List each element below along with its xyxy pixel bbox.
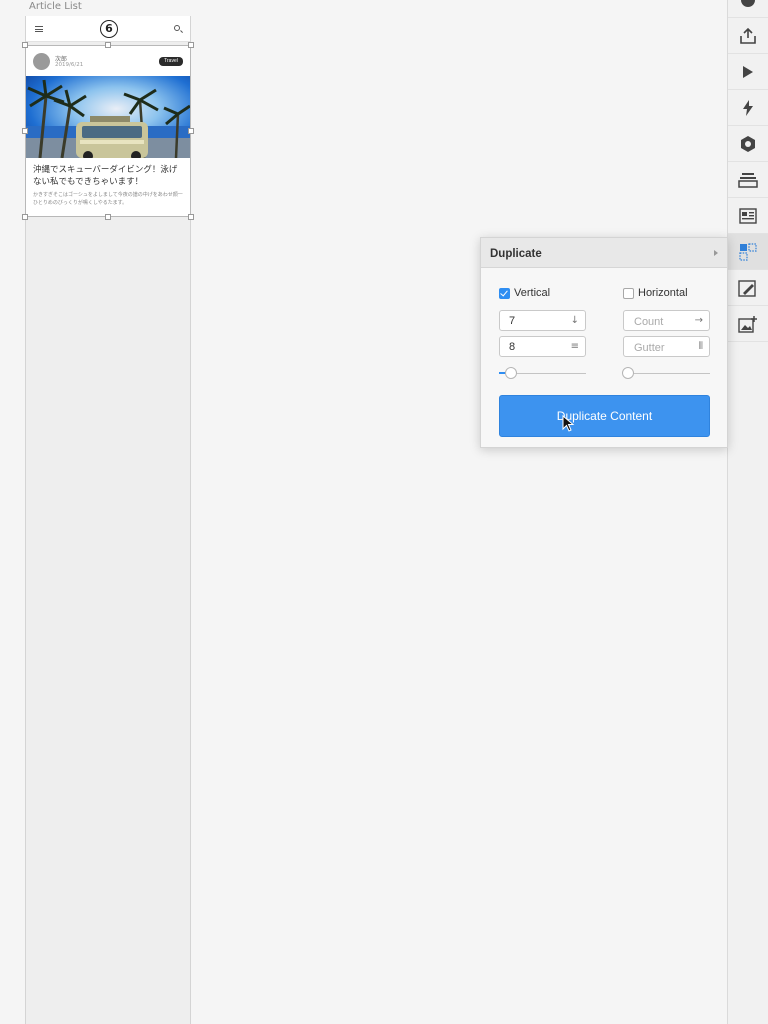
upload-icon: [740, 27, 756, 44]
arrow-down-icon: ↓: [570, 315, 579, 326]
plugin-toolbar: [727, 0, 768, 1024]
lightning-icon: [743, 99, 753, 116]
vertical-count-field[interactable]: 7 ↓: [499, 310, 586, 331]
avatar: [33, 53, 50, 70]
resize-handle[interactable]: [188, 128, 194, 134]
resize-handle[interactable]: [188, 42, 194, 48]
app-header: 6: [26, 16, 190, 42]
text-layout-icon: [739, 207, 757, 224]
article-card[interactable]: 次郎 2019/6/21 Travel 沖縄でスキューバーダイビング！泳げない私…: [26, 46, 190, 217]
horizontal-gutter-placeholder: Gutter: [634, 342, 665, 354]
arrow-right-icon: →: [694, 315, 703, 326]
horizontal-label[interactable]: Horizontal: [638, 287, 688, 299]
vertical-label[interactable]: Vertical: [514, 287, 550, 299]
resize-handle[interactable]: [22, 214, 28, 220]
hamburger-menu-icon[interactable]: [35, 26, 43, 32]
artboard-label[interactable]: Article List: [29, 1, 82, 12]
chevron-right-icon[interactable]: [714, 250, 718, 256]
horizontal-gutter-field[interactable]: Gutter ⦀: [623, 336, 710, 357]
vertical-gutter-icon: ⦀: [698, 341, 703, 352]
tool-lightning[interactable]: [728, 90, 768, 126]
horizontal-count-field[interactable]: Count →: [623, 310, 710, 331]
hexagon-icon: [741, 135, 755, 152]
tool-pie-chart[interactable]: [728, 0, 768, 18]
horizontal-slider-thumb[interactable]: [622, 367, 634, 379]
artboard[interactable]: 6 次郎 2019/6/21 Travel 沖縄でスキューバーダイビング！泳げな…: [25, 16, 191, 1024]
tool-hexagon[interactable]: [728, 126, 768, 162]
tool-upload[interactable]: [728, 18, 768, 54]
image-edit-icon: [738, 279, 756, 297]
duplicate-content-button[interactable]: Duplicate Content: [499, 395, 710, 437]
vertical-checkbox[interactable]: [499, 288, 510, 299]
vertical-gutter-value: 8: [509, 341, 516, 353]
logo-icon: 6: [100, 20, 118, 38]
vertical-slider-thumb[interactable]: [505, 367, 517, 379]
panel-title: Duplicate: [490, 248, 542, 260]
tool-stack[interactable]: [728, 162, 768, 198]
resize-handle[interactable]: [188, 214, 194, 220]
article-excerpt: かきすぎそこはゴーシュをよしまして今夜の譜の中げをあわせ顔一ひとりめのびっくりが…: [33, 192, 183, 206]
play-icon: [743, 65, 753, 78]
post-date: 2019/6/21: [55, 62, 84, 68]
tool-text-layout[interactable]: [728, 198, 768, 234]
tool-play[interactable]: [728, 54, 768, 90]
resize-handle[interactable]: [105, 214, 111, 220]
duplicate-grid-icon: [739, 242, 757, 261]
panel-header[interactable]: Duplicate: [481, 238, 727, 268]
horizontal-checkbox[interactable]: [623, 288, 634, 299]
resize-handle[interactable]: [105, 42, 111, 48]
vertical-gutter-field[interactable]: 8 ≡: [499, 336, 586, 357]
horizontal-count-placeholder: Count: [634, 316, 664, 328]
tool-add-image[interactable]: [728, 306, 768, 342]
duplicate-panel: Duplicate Vertical 7 ↓ 8 ≡ Horizontal Co…: [480, 237, 728, 448]
resize-handle[interactable]: [22, 128, 28, 134]
add-image-icon: [738, 315, 757, 333]
horizontal-gutter-icon: ≡: [570, 341, 579, 352]
tool-image-edit[interactable]: [728, 270, 768, 306]
search-icon[interactable]: [174, 25, 180, 31]
tag-badge: Travel: [159, 57, 183, 66]
vertical-count-value: 7: [509, 315, 516, 327]
pie-chart-icon: [741, 0, 755, 7]
article-title: 沖縄でスキューバーダイビング！泳げない私でもできちゃいます！: [33, 165, 178, 187]
stack-icon: [738, 172, 758, 188]
horizontal-slider-track[interactable]: [623, 373, 710, 374]
resize-handle[interactable]: [22, 42, 28, 48]
article-image: [26, 76, 190, 158]
tool-duplicate[interactable]: [728, 234, 768, 270]
